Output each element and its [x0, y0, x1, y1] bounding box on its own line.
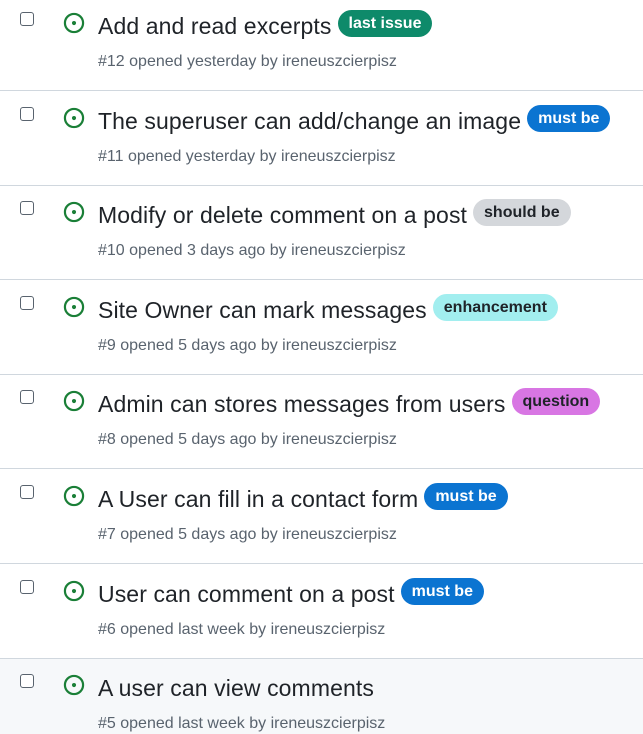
issue-number: #8: [98, 431, 116, 448]
issue-title-line: Add and read excerpts last issue: [98, 9, 637, 41]
issue-meta: #10 opened 3 days ago by ireneuszcierpis…: [98, 242, 406, 260]
issue-meta: #11 opened yesterday by ireneuszcierpisz: [98, 148, 396, 166]
issue-author-link[interactable]: ireneuszcierpisz: [282, 53, 397, 70]
issue-opened-text: opened 5 days ago by: [120, 431, 278, 448]
issue-title-line: Admin can stores messages from users que…: [98, 387, 637, 419]
issue-select-checkbox[interactable]: [20, 107, 34, 121]
issue-label[interactable]: must be: [424, 482, 508, 510]
issue-open-icon: [63, 580, 85, 602]
issue-author-link[interactable]: ireneuszcierpisz: [281, 148, 396, 165]
issue-open-icon: [63, 201, 85, 223]
issue-open-icon: [63, 296, 85, 318]
issue-number: #9: [98, 337, 116, 354]
issue-title-line: Site Owner can mark messages enhancement: [98, 293, 637, 325]
issue-open-icon: [63, 485, 85, 507]
issue-title-link[interactable]: Add and read excerpts: [98, 13, 332, 40]
issue-number: #7: [98, 526, 116, 543]
issue-opened-text: opened last week by: [120, 621, 267, 638]
issue-title-line: The superuser can add/change an image mu…: [98, 104, 637, 136]
issue-open-icon: [63, 107, 85, 129]
issue-opened-text: opened 3 days ago by: [129, 242, 287, 259]
issue-open-icon: [63, 390, 85, 412]
issue-select-checkbox[interactable]: [20, 674, 34, 688]
issue-author-link[interactable]: ireneuszcierpisz: [271, 621, 386, 638]
issue-open-icon: [63, 12, 85, 34]
issue-meta: #7 opened 5 days ago by ireneuszcierpisz: [98, 526, 397, 544]
issue-select-checkbox[interactable]: [20, 296, 34, 310]
issue-meta: #8 opened 5 days ago by ireneuszcierpisz: [98, 431, 397, 449]
issue-select-checkbox[interactable]: [20, 485, 34, 499]
issue-row[interactable]: A user can view comments #5 opened last …: [0, 659, 643, 734]
issue-opened-text: opened yesterday by: [129, 53, 278, 70]
issue-author-link[interactable]: ireneuszcierpisz: [282, 431, 397, 448]
issue-title-link[interactable]: A user can view comments: [98, 675, 374, 702]
issue-opened-text: opened yesterday by: [127, 148, 277, 165]
issue-title-link[interactable]: User can comment on a post: [98, 581, 395, 608]
issue-select-checkbox[interactable]: [20, 201, 34, 215]
issue-row[interactable]: Admin can stores messages from users que…: [0, 375, 643, 469]
issue-number: #6: [98, 621, 116, 638]
issue-meta: #5 opened last week by ireneuszcierpisz: [98, 715, 385, 733]
issue-author-link[interactable]: ireneuszcierpisz: [282, 526, 397, 543]
issue-row[interactable]: Add and read excerpts last issue #12 ope…: [0, 0, 643, 91]
issue-number: #5: [98, 715, 116, 732]
issue-label[interactable]: must be: [400, 577, 484, 605]
issue-title-link[interactable]: Site Owner can mark messages: [98, 297, 427, 324]
issue-label[interactable]: should be: [473, 198, 571, 226]
issue-row[interactable]: The superuser can add/change an image mu…: [0, 92, 643, 186]
issue-opened-text: opened 5 days ago by: [120, 526, 278, 543]
issue-row[interactable]: A User can fill in a contact form must b…: [0, 470, 643, 564]
issue-label[interactable]: must be: [527, 104, 611, 132]
issue-list: Add and read excerpts last issue #12 ope…: [0, 0, 643, 734]
issue-opened-text: opened last week by: [120, 715, 267, 732]
issue-author-link[interactable]: ireneuszcierpisz: [282, 337, 397, 354]
issue-title-line: A user can view comments: [98, 673, 637, 703]
issue-row[interactable]: Modify or delete comment on a post shoul…: [0, 186, 643, 280]
issue-number: #11: [98, 148, 124, 165]
issue-title-link[interactable]: A User can fill in a contact form: [98, 486, 418, 513]
issue-title-line: User can comment on a post must be: [98, 577, 637, 609]
issue-author-link[interactable]: ireneuszcierpisz: [291, 242, 406, 259]
issue-title-line: A User can fill in a contact form must b…: [98, 482, 637, 514]
issue-meta: #12 opened yesterday by ireneuszcierpisz: [98, 53, 397, 71]
issue-open-icon: [63, 674, 85, 696]
issue-title-link[interactable]: Modify or delete comment on a post: [98, 202, 467, 229]
issue-row[interactable]: Site Owner can mark messages enhancement…: [0, 281, 643, 375]
issue-title-link[interactable]: The superuser can add/change an image: [98, 108, 521, 135]
issue-author-link[interactable]: ireneuszcierpisz: [271, 715, 386, 732]
issue-label[interactable]: last issue: [337, 9, 433, 37]
issue-title-link[interactable]: Admin can stores messages from users: [98, 391, 506, 418]
issue-number: #10: [98, 242, 125, 259]
issue-label[interactable]: enhancement: [432, 293, 558, 321]
issue-title-line: Modify or delete comment on a post shoul…: [98, 198, 637, 230]
issue-select-checkbox[interactable]: [20, 12, 34, 26]
issue-opened-text: opened 5 days ago by: [120, 337, 278, 354]
issue-select-checkbox[interactable]: [20, 580, 34, 594]
issue-select-checkbox[interactable]: [20, 390, 34, 404]
issue-row[interactable]: User can comment on a post must be #6 op…: [0, 565, 643, 659]
issue-label[interactable]: question: [511, 387, 601, 415]
issue-number: #12: [98, 53, 125, 70]
issue-meta: #9 opened 5 days ago by ireneuszcierpisz: [98, 337, 397, 355]
issue-meta: #6 opened last week by ireneuszcierpisz: [98, 621, 385, 639]
